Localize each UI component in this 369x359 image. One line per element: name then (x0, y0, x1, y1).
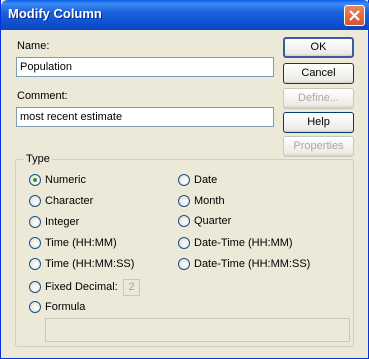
define-button[interactable]: Define... (283, 88, 354, 109)
radio-circle (178, 258, 190, 270)
type-group-label: Type (24, 153, 52, 165)
name-input[interactable]: Population (16, 57, 274, 77)
properties-button[interactable]: Properties (283, 136, 354, 157)
radio-circle (29, 237, 41, 249)
radio-circle (29, 301, 41, 313)
radio-label: Time (HH:MM) (45, 237, 117, 249)
radio-circle (29, 258, 41, 270)
radio-circle (178, 174, 190, 186)
radio-circle (29, 195, 41, 207)
radio-circle (29, 216, 41, 228)
radio-label: Fixed Decimal: (45, 281, 118, 293)
fixed-decimal-input[interactable]: 2 (123, 279, 140, 296)
radio-label: Numeric (45, 174, 86, 186)
close-button[interactable] (344, 5, 365, 26)
radio-label: Character (45, 195, 94, 207)
title-bar[interactable]: Modify Column (1, 0, 369, 30)
ok-button[interactable]: OK (283, 37, 354, 58)
formula-input[interactable] (45, 318, 350, 342)
radio-label: Quarter (194, 215, 232, 227)
radio-label: Date-Time (HH:MM:SS) (194, 258, 311, 270)
help-button[interactable]: Help (283, 112, 354, 133)
radio-label: Date-Time (HH:MM) (194, 237, 293, 249)
close-icon (349, 10, 360, 21)
radio-circle (178, 215, 190, 227)
radio-circle (29, 281, 41, 293)
comment-label: Comment: (17, 90, 68, 102)
radio-circle (178, 195, 190, 207)
radio-label: Month (194, 195, 225, 207)
dialog-title: Modify Column (8, 6, 102, 21)
modify-column-dialog: Modify Column Name: Population Comment: … (0, 0, 369, 359)
comment-input[interactable]: most recent estimate (16, 107, 274, 127)
radio-label: Date (194, 174, 218, 186)
radio-label: Formula (45, 301, 86, 313)
radio-label: Time (HH:MM:SS) (45, 258, 135, 270)
radio-circle (178, 237, 190, 249)
cancel-button[interactable]: Cancel (283, 63, 354, 84)
radio-selected-dot (33, 178, 37, 182)
radio-circle (29, 174, 41, 186)
name-label: Name: (17, 40, 50, 52)
radio-label: Integer (45, 216, 80, 228)
